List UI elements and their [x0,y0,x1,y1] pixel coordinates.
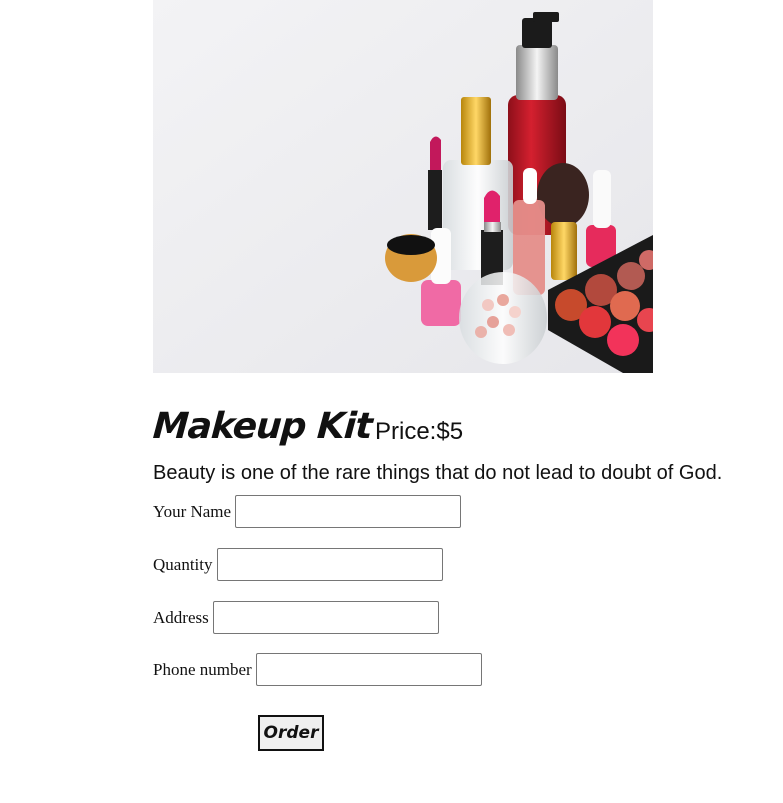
address-row: Address [153,601,439,634]
order-button[interactable]: Order [258,715,324,751]
quantity-label: Quantity [153,554,213,574]
page: Makeup Kit Price:$5 Beauty is one of the… [0,0,783,803]
phone-label: Phone number [153,659,252,679]
quantity-row: Quantity [153,548,443,581]
product-title: Makeup Kit [151,406,374,447]
product-tagline: Beauty is one of the rare things that do… [153,462,723,484]
name-row: Your Name [153,495,462,528]
product-price: Price:$5 [375,418,464,445]
name-input[interactable] [235,495,462,528]
phone-input[interactable] [255,653,482,686]
phone-row: Phone number [153,653,482,686]
address-label: Address [153,607,209,627]
name-label: Your Name [153,501,232,521]
address-input[interactable] [212,601,439,634]
product-image [153,0,653,373]
quantity-input[interactable] [216,548,443,581]
cosmetics-photo [153,0,653,373]
